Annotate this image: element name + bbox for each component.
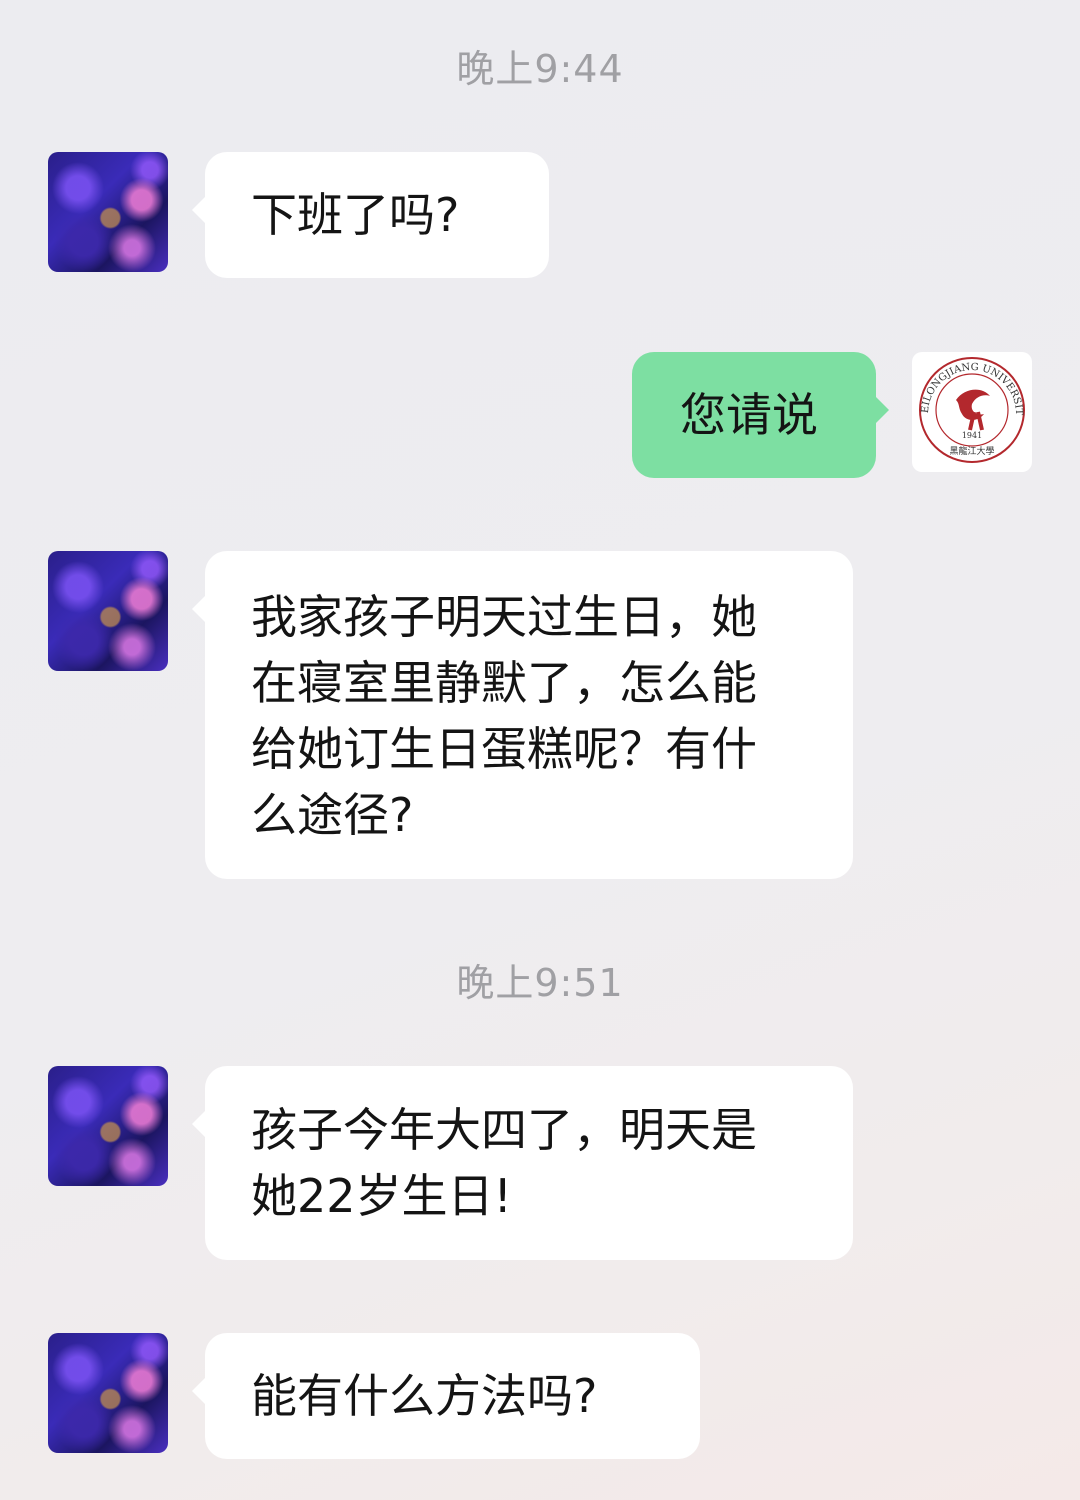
university-logo-icon: HEILONGJIANG UNIVERSITY 1941 黑龍江大學 <box>912 352 1025 463</box>
logo-year: 1941 <box>962 431 982 440</box>
message-bubble-incoming[interactable]: 孩子今年大四了，明天是 她22岁生日! <box>192 1066 853 1260</box>
message-bubble-incoming[interactable]: 我家孩子明天过生日，她 在寝室里静默了，怎么能 给她订生日蛋糕呢？有什 么途径? <box>192 551 853 879</box>
contact-avatar[interactable] <box>48 1333 168 1453</box>
contact-avatar[interactable] <box>48 152 168 272</box>
contact-avatar[interactable] <box>48 1066 168 1186</box>
self-avatar[interactable]: HEILONGJIANG UNIVERSITY 1941 黑龍江大學 <box>912 352 1032 472</box>
message-bubble-outgoing[interactable]: 您请说 <box>632 352 889 478</box>
message-text: 能有什么方法吗? <box>251 1369 598 1423</box>
timestamp: 晚上9:51 <box>456 961 624 1005</box>
message-text: 孩子今年大四了，明天是 她22岁生日! <box>251 1103 757 1223</box>
message-text: 我家孩子明天过生日，她 在寝室里静默了，怎么能 给她订生日蛋糕呢？有什 么途径? <box>251 590 757 842</box>
chat-window: 晚上9:44 下班了吗? 您请说 HEILONGJIANG UNIVERSITY… <box>0 0 1080 1500</box>
timestamp: 晚上9:44 <box>456 47 624 91</box>
message-text: 您请说 <box>680 388 818 442</box>
message-bubble-incoming[interactable]: 下班了吗? <box>192 152 549 278</box>
logo-chinese: 黑龍江大學 <box>949 445 994 457</box>
contact-avatar[interactable] <box>48 551 168 671</box>
message-bubble-incoming[interactable]: 能有什么方法吗? <box>192 1333 700 1459</box>
message-text: 下班了吗? <box>251 188 460 242</box>
